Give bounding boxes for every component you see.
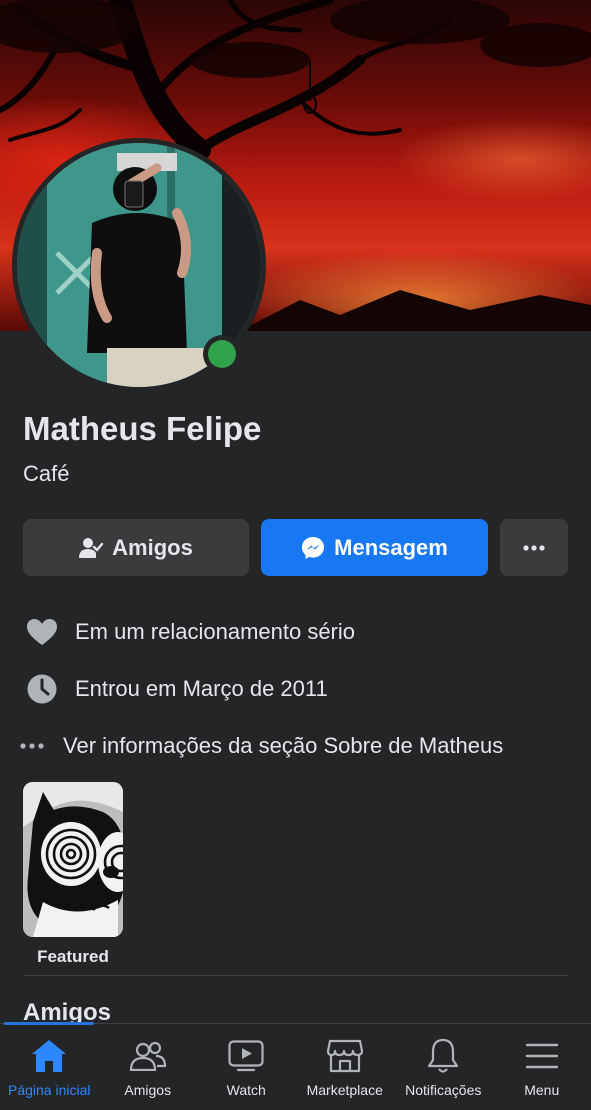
joined-text: Entrou em Março de 2011 [75, 676, 328, 702]
message-button[interactable]: Mensagem [261, 519, 488, 576]
see-about-text: Ver informações da seção Sobre de Matheu… [63, 733, 503, 759]
menu-icon [525, 1038, 559, 1074]
friends-button[interactable]: Amigos [23, 519, 249, 576]
featured-cover-image [23, 782, 123, 937]
tab-home[interactable]: Página inicial [0, 1024, 99, 1110]
messenger-icon [301, 536, 325, 560]
featured-label: Featured [23, 947, 123, 967]
active-tab-indicator [4, 1022, 94, 1025]
friends-icon [129, 1038, 167, 1074]
tab-watch[interactable]: Watch [197, 1024, 296, 1110]
tab-menu-label: Menu [524, 1082, 559, 1098]
bottom-tab-bar: Página inicial Amigos Watch [0, 1023, 591, 1110]
profile-name: Matheus Felipe [23, 410, 261, 448]
relationship-text: Em um relacionamento sério [75, 619, 355, 645]
home-icon [31, 1038, 67, 1074]
online-status-indicator [203, 335, 241, 373]
tab-menu[interactable]: Menu [493, 1024, 591, 1110]
more-dots-icon [523, 545, 545, 551]
tab-notifications[interactable]: Notificações [394, 1024, 493, 1110]
watch-icon [228, 1038, 264, 1074]
person-check-icon [79, 537, 103, 559]
tab-marketplace[interactable]: Marketplace [296, 1024, 395, 1110]
profile-bio: Café [23, 461, 69, 487]
message-button-label: Mensagem [334, 535, 448, 561]
marketplace-icon [327, 1038, 363, 1074]
tab-friends[interactable]: Amigos [99, 1024, 198, 1110]
clock-icon [27, 674, 57, 704]
friends-button-label: Amigos [112, 535, 193, 561]
tab-home-label: Página inicial [8, 1082, 91, 1098]
featured-story-card[interactable] [23, 782, 123, 937]
heart-icon [27, 617, 57, 647]
section-divider [23, 975, 568, 976]
bell-icon [427, 1038, 459, 1074]
more-options-button[interactable] [500, 519, 568, 576]
tab-marketplace-label: Marketplace [307, 1082, 383, 1098]
tab-friends-label: Amigos [124, 1082, 171, 1098]
tab-notifications-label: Notificações [405, 1082, 481, 1098]
more-dots-icon [20, 731, 44, 761]
tab-watch-label: Watch [227, 1082, 266, 1098]
